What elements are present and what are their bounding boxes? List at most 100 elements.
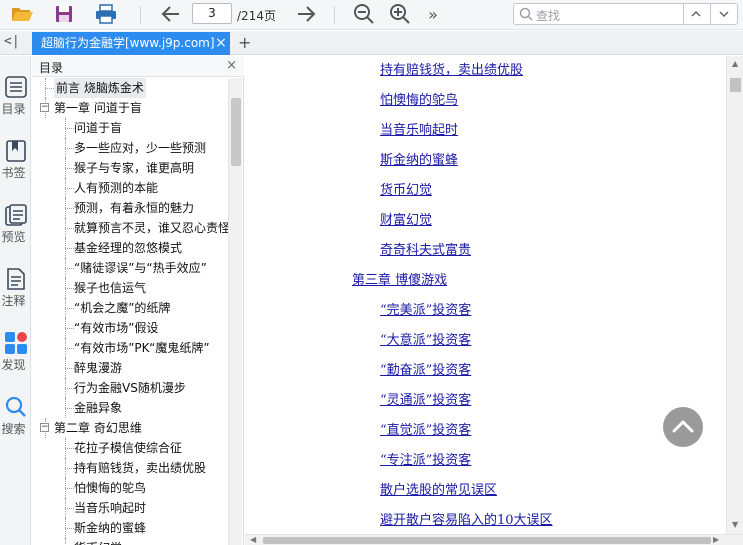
toc-section-item[interactable]: 金融异象 <box>32 398 228 418</box>
print-icon[interactable] <box>94 3 118 25</box>
sidebar-rail: 目录 书签 预览 注释 发现 搜索 <box>0 56 31 545</box>
new-tab-button[interactable]: + <box>238 33 251 52</box>
toc-item-label: 货币幻觉 <box>74 538 122 545</box>
toc-section-item[interactable]: 猴子也信运气 <box>32 278 228 298</box>
toc-chapter-item[interactable]: − 第二章 奇幻思维 <box>32 418 228 438</box>
toc-chapter-item[interactable]: 前言 烧脑炼金术 <box>32 78 228 98</box>
toc-scrollbar[interactable] <box>228 78 242 545</box>
toc-link-section[interactable]: 奇奇科夫式富贵 <box>380 239 471 258</box>
bookmark-icon <box>5 140 27 162</box>
collapse-toggle-icon[interactable]: − <box>40 103 49 112</box>
tab-close-button[interactable]: × <box>213 32 229 54</box>
toc-chapter-item[interactable]: − 第一章 问道于盲 <box>32 98 228 118</box>
scroll-left-arrow[interactable]: ◀ <box>250 535 256 544</box>
toc-link-section[interactable]: “完美派”投资客 <box>380 299 471 318</box>
toc-link-section[interactable]: “专注派”投资客 <box>380 449 471 468</box>
toc-section-item[interactable]: 就算预言不灵，谁又忍心责怪 <box>32 218 228 238</box>
folder-open-icon[interactable] <box>10 3 34 25</box>
double-chevron-right-icon[interactable]: » <box>421 3 445 25</box>
scroll-down-arrow[interactable]: ▼ <box>732 520 738 529</box>
chevron-up-icon[interactable] <box>689 7 703 24</box>
toc-section-item[interactable]: “有效市场”假设 <box>32 318 228 338</box>
scroll-up-arrow[interactable]: ▲ <box>732 59 738 68</box>
toc-section-item[interactable]: 预测，有着永恒的魅力 <box>32 198 228 218</box>
rail-label-search: 搜索 <box>1 422 26 436</box>
scroll-right-arrow[interactable]: ▶ <box>713 535 719 544</box>
rail-item-preview[interactable]: 预览 <box>0 198 31 254</box>
toc-section-item[interactable]: 行为金融VS随机漫步 <box>32 378 228 398</box>
toc-link-section[interactable]: “勤奋派”投资客 <box>380 359 471 378</box>
toc-item-label: “机会之魔”的纸牌 <box>74 301 171 315</box>
annotation-icon <box>5 268 27 290</box>
rail-item-annotations[interactable]: 注释 <box>0 262 31 318</box>
toc-link-section[interactable]: “大意派”投资客 <box>380 329 471 348</box>
toc-item-label: 猴子也信运气 <box>74 281 147 295</box>
document-view: 持有赔钱货，卖出绩优股 怕懊悔的鸵鸟 当音乐响起时 斯金纳的蜜蜂 货币幻觉财富幻觉奇奇科… <box>245 56 726 534</box>
back-to-top-button[interactable] <box>663 407 703 447</box>
search-box[interactable]: 查找 <box>513 3 738 25</box>
toc-header: 目录 × <box>32 56 244 77</box>
toc-item-label: 多一些应对，少一些预测 <box>74 141 207 155</box>
tab-title: 超脑行为金融学[www.j9p.com] <box>41 36 215 50</box>
zoom-in-icon[interactable] <box>388 3 412 25</box>
toc-link-section[interactable]: 避开散户容易陷入的10大误区 <box>380 509 553 528</box>
rail-label-bookmarks: 书签 <box>1 166 26 180</box>
chevron-down-icon[interactable] <box>717 7 731 24</box>
page-number-input[interactable]: 3 <box>192 3 232 24</box>
toc-section-item[interactable]: 怕懊悔的鸵鸟 <box>32 478 228 498</box>
page-total: /214页 <box>237 9 276 23</box>
toc-link-section[interactable]: “灵通派”投资客 <box>380 389 471 408</box>
preview-icon <box>4 204 27 226</box>
tab-document[interactable]: 超脑行为金融学[www.j9p.com] <box>32 32 230 55</box>
toc-link-section[interactable]: “直觉派”投资客 <box>380 419 471 438</box>
toolbar: 3 /214页 » 查找 <box>0 0 743 30</box>
search-input[interactable]: 查找 <box>536 7 560 24</box>
toc-section-item[interactable]: 人有预测的本能 <box>32 178 228 198</box>
toc-link-section[interactable]: 散户选股的常见误区 <box>380 479 497 498</box>
toc-scrollbar-thumb[interactable] <box>231 98 241 166</box>
save-icon[interactable] <box>52 3 76 25</box>
toc-section-item[interactable]: 基金经理的忽悠模式 <box>32 238 228 258</box>
toc-link-chapter[interactable]: 第三章 博傻游戏 <box>352 269 447 288</box>
toc-close-button[interactable]: × <box>226 58 237 73</box>
arrow-right-icon[interactable] <box>294 3 318 25</box>
toc-section-item[interactable]: 多一些应对，少一些预测 <box>32 138 228 158</box>
search-icon <box>5 396 27 418</box>
arrow-left-icon[interactable] <box>159 3 183 25</box>
toc-section-item[interactable]: “赌徒谬误”与“热手效应” <box>32 258 228 278</box>
rail-item-search[interactable]: 搜索 <box>0 390 31 446</box>
toc-link-section[interactable]: 货币幻觉 <box>380 179 432 198</box>
toc-section-item[interactable]: 猴子与专家，谁更高明 <box>32 158 228 178</box>
toc-section-item[interactable]: 问道于盲 <box>32 118 228 138</box>
toc-section-item[interactable]: 花拉子模信使综合征 <box>32 438 228 458</box>
toc-item-label: 醉鬼漫游 <box>74 361 123 375</box>
toc-section-item[interactable]: 醉鬼漫游 <box>32 358 228 378</box>
toc-link-section[interactable]: 斯金纳的蜜蜂 <box>380 149 458 168</box>
toc-item-label: “赌徒谬误”与“热手效应” <box>74 261 207 275</box>
toc-link-section[interactable]: 财富幻觉 <box>380 209 432 228</box>
toc-section-item[interactable]: 当音乐响起时 <box>32 498 228 518</box>
collapse-sidebar-button[interactable]: <| <box>4 34 20 49</box>
rail-item-discover[interactable]: 发现 <box>0 326 31 382</box>
document-horizontal-scrollbar[interactable]: ◀ ▶ <box>245 534 743 545</box>
toc-section-item[interactable]: 持有赔钱货，卖出绩优股 <box>32 458 228 478</box>
zoom-out-icon[interactable] <box>352 3 376 25</box>
toc-section-item[interactable]: 货币幻觉 <box>32 538 228 545</box>
collapse-toggle-icon[interactable]: − <box>40 423 49 432</box>
toc-section-item[interactable]: “有效市场”PK“魔鬼纸牌” <box>32 338 228 358</box>
document-vertical-scrollbar[interactable]: ▲ ▼ <box>726 56 743 534</box>
toc-section-item[interactable]: “机会之魔”的纸牌 <box>32 298 228 318</box>
toc-section-item[interactable]: 斯金纳的蜜蜂 <box>32 518 228 538</box>
document-vertical-thumb[interactable] <box>730 78 741 92</box>
toc-link-section[interactable]: 怕懊悔的鸵鸟 <box>380 89 458 108</box>
document-horizontal-thumb[interactable] <box>263 537 711 544</box>
toc-item-label: 第一章 问道于盲 <box>54 101 142 115</box>
toc-link-section[interactable]: 持有赔钱货，卖出绩优股 <box>380 59 523 78</box>
rail-item-toc[interactable]: 目录 <box>0 70 31 126</box>
toc-link-section[interactable]: 当音乐响起时 <box>380 119 458 138</box>
toc-item-label: 当音乐响起时 <box>74 501 147 515</box>
toc-item-label: 持有赔钱货，卖出绩优股 <box>74 461 207 475</box>
search-icon <box>519 7 533 24</box>
rail-item-bookmarks[interactable]: 书签 <box>0 134 31 190</box>
toc-item-label: 行为金融VS随机漫步 <box>74 381 186 395</box>
